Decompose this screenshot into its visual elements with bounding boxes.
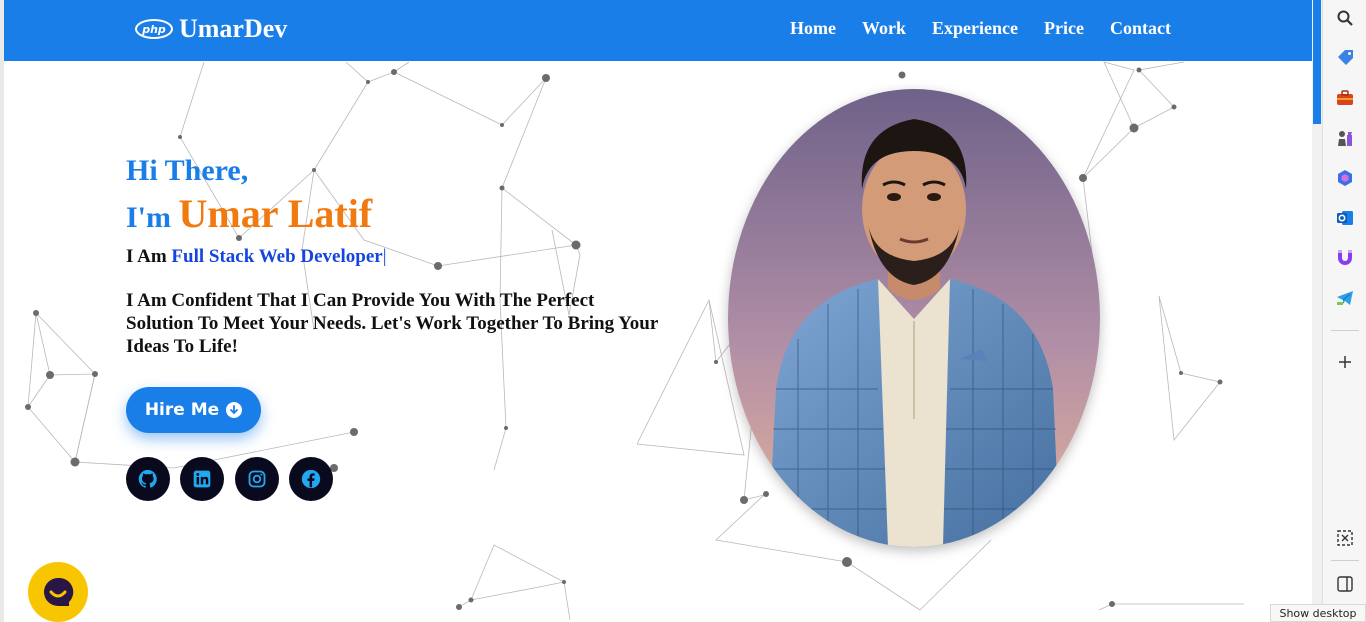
site-logo[interactable]: php UmarDev xyxy=(135,14,287,44)
intro-prefix: I'm xyxy=(126,201,179,234)
nav-experience[interactable]: Experience xyxy=(932,18,1018,39)
linkedin-icon xyxy=(193,470,211,488)
show-desktop-tooltip: Show desktop xyxy=(1270,604,1366,622)
php-logo-icon: php xyxy=(135,19,173,39)
role-prefix: I Am xyxy=(126,246,172,267)
arrow-down-circle-icon xyxy=(226,402,243,418)
nav-work[interactable]: Work xyxy=(862,18,906,39)
nav-price[interactable]: Price xyxy=(1044,18,1084,39)
typing-cursor: | xyxy=(382,246,387,267)
sidebar-toggle-icon[interactable] xyxy=(1333,572,1357,596)
tag-icon[interactable] xyxy=(1333,46,1357,70)
briefcase-icon[interactable] xyxy=(1333,86,1357,110)
web-page: php UmarDev Home Work Experience Price C… xyxy=(0,0,1312,622)
nav-contact[interactable]: Contact xyxy=(1110,18,1171,39)
top-navbar: php UmarDev Home Work Experience Price C… xyxy=(4,0,1312,61)
sidebar-divider-bottom xyxy=(1331,560,1359,561)
facebook-link[interactable] xyxy=(289,457,333,501)
hire-me-button[interactable]: Hire Me xyxy=(126,387,261,433)
hero-role-line: I Am Full Stack Web Developer| xyxy=(126,246,387,268)
hero-greeting: Hi There, xyxy=(126,154,249,187)
nav-home[interactable]: Home xyxy=(790,18,836,39)
typed-role-text: Full Stack Web Developer xyxy=(171,246,383,267)
search-icon[interactable] xyxy=(1333,6,1357,30)
outlook-icon[interactable] xyxy=(1333,206,1357,230)
chess-icon[interactable] xyxy=(1333,126,1357,150)
instagram-link[interactable] xyxy=(235,457,279,501)
magnet-icon[interactable] xyxy=(1333,246,1357,270)
linkedin-link[interactable] xyxy=(180,457,224,501)
hero-intro: I'm Umar Latif xyxy=(126,190,372,237)
logo-text: UmarDev xyxy=(179,14,288,43)
instagram-icon xyxy=(248,470,266,488)
screenshot-icon[interactable] xyxy=(1333,526,1357,550)
scroll-thumb[interactable] xyxy=(1313,0,1321,124)
hire-me-label: Hire Me xyxy=(144,400,220,420)
browser-sidebar xyxy=(1322,0,1366,622)
facebook-icon xyxy=(301,469,321,489)
github-icon xyxy=(138,469,157,488)
page-scrollbar[interactable] xyxy=(1312,0,1322,622)
copilot-icon[interactable] xyxy=(1333,166,1357,190)
chat-widget-button[interactable] xyxy=(28,562,88,622)
profile-photo xyxy=(728,89,1100,547)
github-link[interactable] xyxy=(126,457,170,501)
hero-name: Umar Latif xyxy=(178,191,373,236)
hero-tagline: I Am Confident That I Can Provide You Wi… xyxy=(126,290,658,357)
add-icon[interactable] xyxy=(1333,350,1357,374)
chat-smile-icon xyxy=(44,577,74,606)
telegram-icon[interactable] xyxy=(1333,286,1357,310)
nav-links: Home Work Experience Price Contact xyxy=(790,18,1197,39)
sidebar-divider xyxy=(1331,330,1359,331)
